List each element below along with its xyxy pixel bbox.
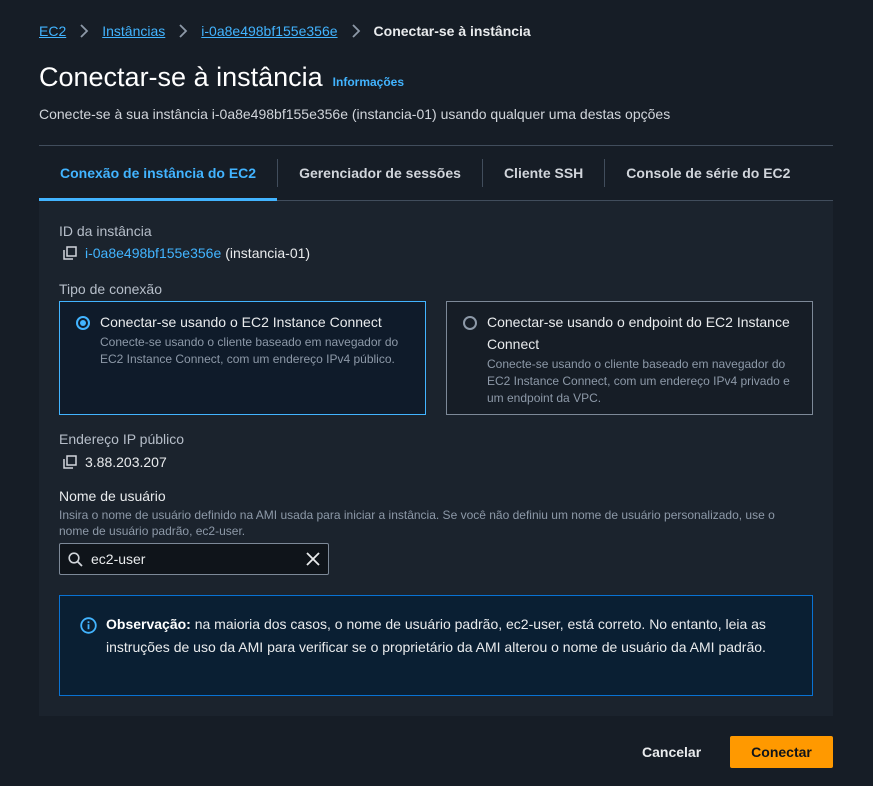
copy-icon[interactable] (63, 455, 77, 469)
radio-selected[interactable] (76, 316, 90, 330)
instance-name: (instancia-01) (225, 245, 311, 261)
chevron-right-icon (79, 24, 89, 38)
alert-bold: Observação: (106, 616, 191, 632)
breadcrumb-instances[interactable]: Instâncias (102, 23, 165, 39)
public-ip-label: Endereço IP público (59, 431, 185, 447)
breadcrumb: EC2 Instâncias i-0a8e498bf155e356e Conec… (39, 23, 531, 39)
breadcrumb-current: Conectar-se à instância (373, 23, 531, 39)
alert-text: Observação: na maioria dos casos, o nome… (106, 613, 796, 695)
connection-type-label: Tipo de conexão (59, 281, 162, 297)
tab-ssh-client[interactable]: Cliente SSH (483, 146, 604, 200)
copy-icon[interactable] (63, 246, 77, 260)
tab-list: Conexão de instância do EC2 Gerenciador … (39, 146, 833, 201)
instance-id-row: i-0a8e498bf155e356e (instancia-01) (63, 245, 310, 261)
chevron-right-icon (178, 24, 188, 38)
instance-id-link[interactable]: i-0a8e498bf155e356e (85, 245, 221, 261)
connection-option-endpoint[interactable]: Conectar-se usando o endpoint do EC2 Ins… (446, 301, 813, 415)
search-icon (68, 551, 83, 567)
connection-option-instance-connect[interactable]: Conectar-se usando o EC2 Instance Connec… (59, 301, 426, 415)
username-input[interactable] (91, 551, 306, 567)
connect-panel: Conexão de instância do EC2 Gerenciador … (39, 145, 833, 716)
page-header: Conectar-se à instância Informações (39, 62, 404, 93)
info-icon (80, 617, 98, 695)
username-field[interactable] (59, 543, 329, 575)
option-description: Conecte-se usando o cliente baseado em n… (487, 357, 790, 405)
option-title: Conectar-se usando o EC2 Instance Connec… (100, 314, 382, 330)
info-alert: Observação: na maioria dos casos, o nome… (59, 595, 813, 696)
alert-body: na maioria dos casos, o nome de usuário … (106, 616, 766, 655)
option-description: Conecte-se usando o cliente baseado em n… (100, 335, 399, 366)
page-title: Conectar-se à instância (39, 62, 323, 92)
clear-icon[interactable] (306, 552, 320, 566)
tab-session-manager[interactable]: Gerenciador de sessões (278, 146, 482, 200)
breadcrumb-instance-id[interactable]: i-0a8e498bf155e356e (201, 23, 337, 39)
connect-button[interactable]: Conectar (730, 736, 833, 768)
page-subtitle: Conecte-se à sua instância i-0a8e498bf15… (39, 106, 671, 122)
tab-ec2-instance-connect[interactable]: Conexão de instância do EC2 (39, 146, 278, 201)
public-ip-row: 3.88.203.207 (63, 454, 167, 470)
public-ip-value: 3.88.203.207 (85, 454, 167, 470)
username-label: Nome de usuário (59, 488, 166, 504)
breadcrumb-ec2[interactable]: EC2 (39, 23, 66, 39)
tab-serial-console[interactable]: Console de série do EC2 (605, 146, 811, 200)
radio-unselected[interactable] (463, 316, 477, 330)
cancel-button[interactable]: Cancelar (622, 736, 721, 768)
chevron-right-icon (351, 24, 361, 38)
info-link[interactable]: Informações (333, 75, 404, 89)
username-description: Insira o nome de usuário definido na AMI… (59, 508, 775, 538)
option-title: Conectar-se usando o endpoint do EC2 Ins… (487, 314, 790, 352)
instance-id-label: ID da instância (59, 223, 152, 239)
